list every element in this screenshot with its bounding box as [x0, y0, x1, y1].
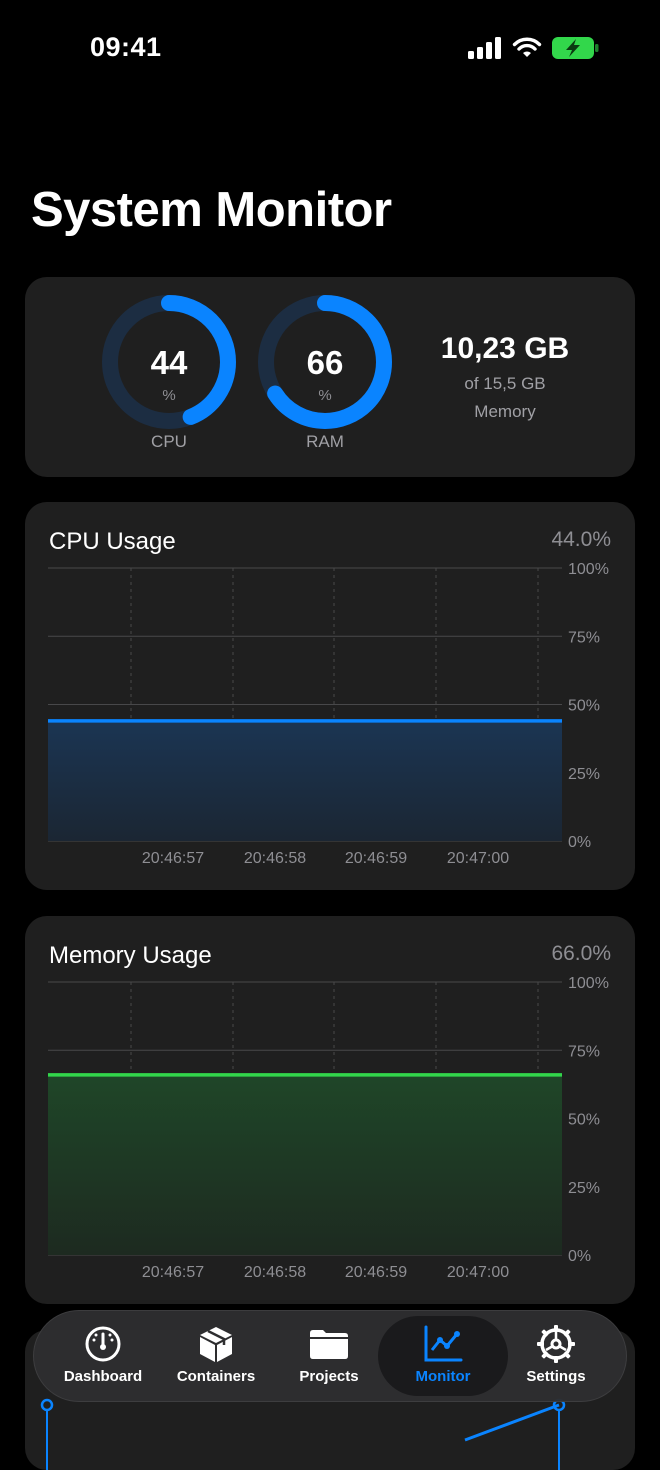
cpu-gauge-label: CPU	[151, 432, 187, 451]
y-tick-label: 75%	[568, 1043, 600, 1060]
x-tick-label: 20:46:58	[244, 1264, 306, 1281]
y-tick-label: 0%	[568, 834, 591, 851]
x-tick-label: 20:46:58	[244, 850, 306, 867]
x-tick-label: 20:46:57	[142, 1264, 204, 1281]
ram-percent-unit: %	[318, 387, 332, 404]
status-bar: 09:41	[0, 0, 660, 100]
chart-line-icon	[424, 1325, 463, 1362]
series-area	[48, 720, 562, 841]
wifi-icon	[512, 37, 542, 57]
y-tick-label: 25%	[568, 766, 600, 783]
cpu-percent-value: 44	[150, 344, 188, 381]
gauge-icon	[85, 1326, 121, 1362]
tab-projects-label: Projects	[299, 1368, 359, 1385]
memory-total-value: of 15,5 GB	[464, 374, 546, 393]
tab-dashboard[interactable]: Dashboard	[43, 1310, 163, 1402]
cpu-gauge: 44 %	[99, 292, 239, 432]
y-tick-label: 0%	[568, 1248, 591, 1265]
tab-settings-label: Settings	[526, 1368, 586, 1385]
tab-monitor[interactable]: Monitor	[383, 1310, 503, 1402]
y-tick-label: 100%	[568, 975, 609, 992]
gear-icon	[537, 1325, 575, 1363]
cellular-signal-icon	[468, 37, 501, 59]
ram-gauge-label: RAM	[306, 432, 344, 451]
x-tick-label: 20:47:00	[447, 1264, 509, 1281]
series-area	[48, 1074, 562, 1255]
y-tick-label: 25%	[568, 1180, 600, 1197]
status-icons	[468, 36, 600, 60]
status-time: 09:41	[90, 32, 162, 62]
page-title: System Monitor	[31, 183, 392, 237]
cpu-usage-chart: 100% 75% 50% 25% 0% 20:46:57 20:46:58 20:46:59 2…	[48, 561, 609, 867]
memory-label: Memory	[474, 402, 536, 421]
tab-monitor-label: Monitor	[415, 1368, 471, 1385]
tab-settings[interactable]: Settings	[496, 1310, 616, 1402]
folder-icon	[310, 1330, 348, 1359]
tab-containers[interactable]: Containers	[156, 1310, 276, 1402]
y-tick-label: 100%	[568, 561, 609, 578]
x-tick-label: 20:46:59	[345, 850, 407, 867]
x-tick-label: 20:46:59	[345, 1264, 407, 1281]
tab-containers-label: Containers	[176, 1368, 256, 1385]
y-tick-label: 50%	[568, 698, 600, 715]
ram-gauge: 66 %	[255, 292, 395, 432]
cpu-usage-card: CPU Usage 44.0% 100% 75% 50% 25% 0% 20:46:57 2…	[25, 502, 635, 890]
x-tick-label: 20:47:00	[447, 850, 509, 867]
memory-used-value: 10,23 GB	[440, 332, 570, 365]
memory-usage-chart: 100% 75% 50% 25% 0% 20:46:57 20:46:58 20:46:59 2…	[48, 975, 609, 1281]
x-tick-label: 20:46:57	[142, 850, 204, 867]
tab-projects[interactable]: Projects	[269, 1310, 389, 1402]
memory-usage-card: Memory Usage 66.0% 100% 75% 50% 25% 0% 20:46:…	[25, 916, 635, 1304]
tab-dashboard-label: Dashboard	[63, 1368, 143, 1385]
summary-card: 44 % CPU 66 % RAM 10,23 GB of 15,5 GB Me…	[25, 277, 635, 477]
battery-charging-icon	[552, 37, 599, 59]
cpu-percent-unit: %	[162, 387, 176, 404]
cube-icon	[200, 1327, 232, 1362]
y-tick-label: 50%	[568, 1112, 600, 1129]
y-tick-label: 75%	[568, 629, 600, 646]
ram-percent-value: 66	[306, 344, 344, 381]
tab-bar: Dashboard Containers Projects Monitor Se…	[33, 1310, 627, 1402]
